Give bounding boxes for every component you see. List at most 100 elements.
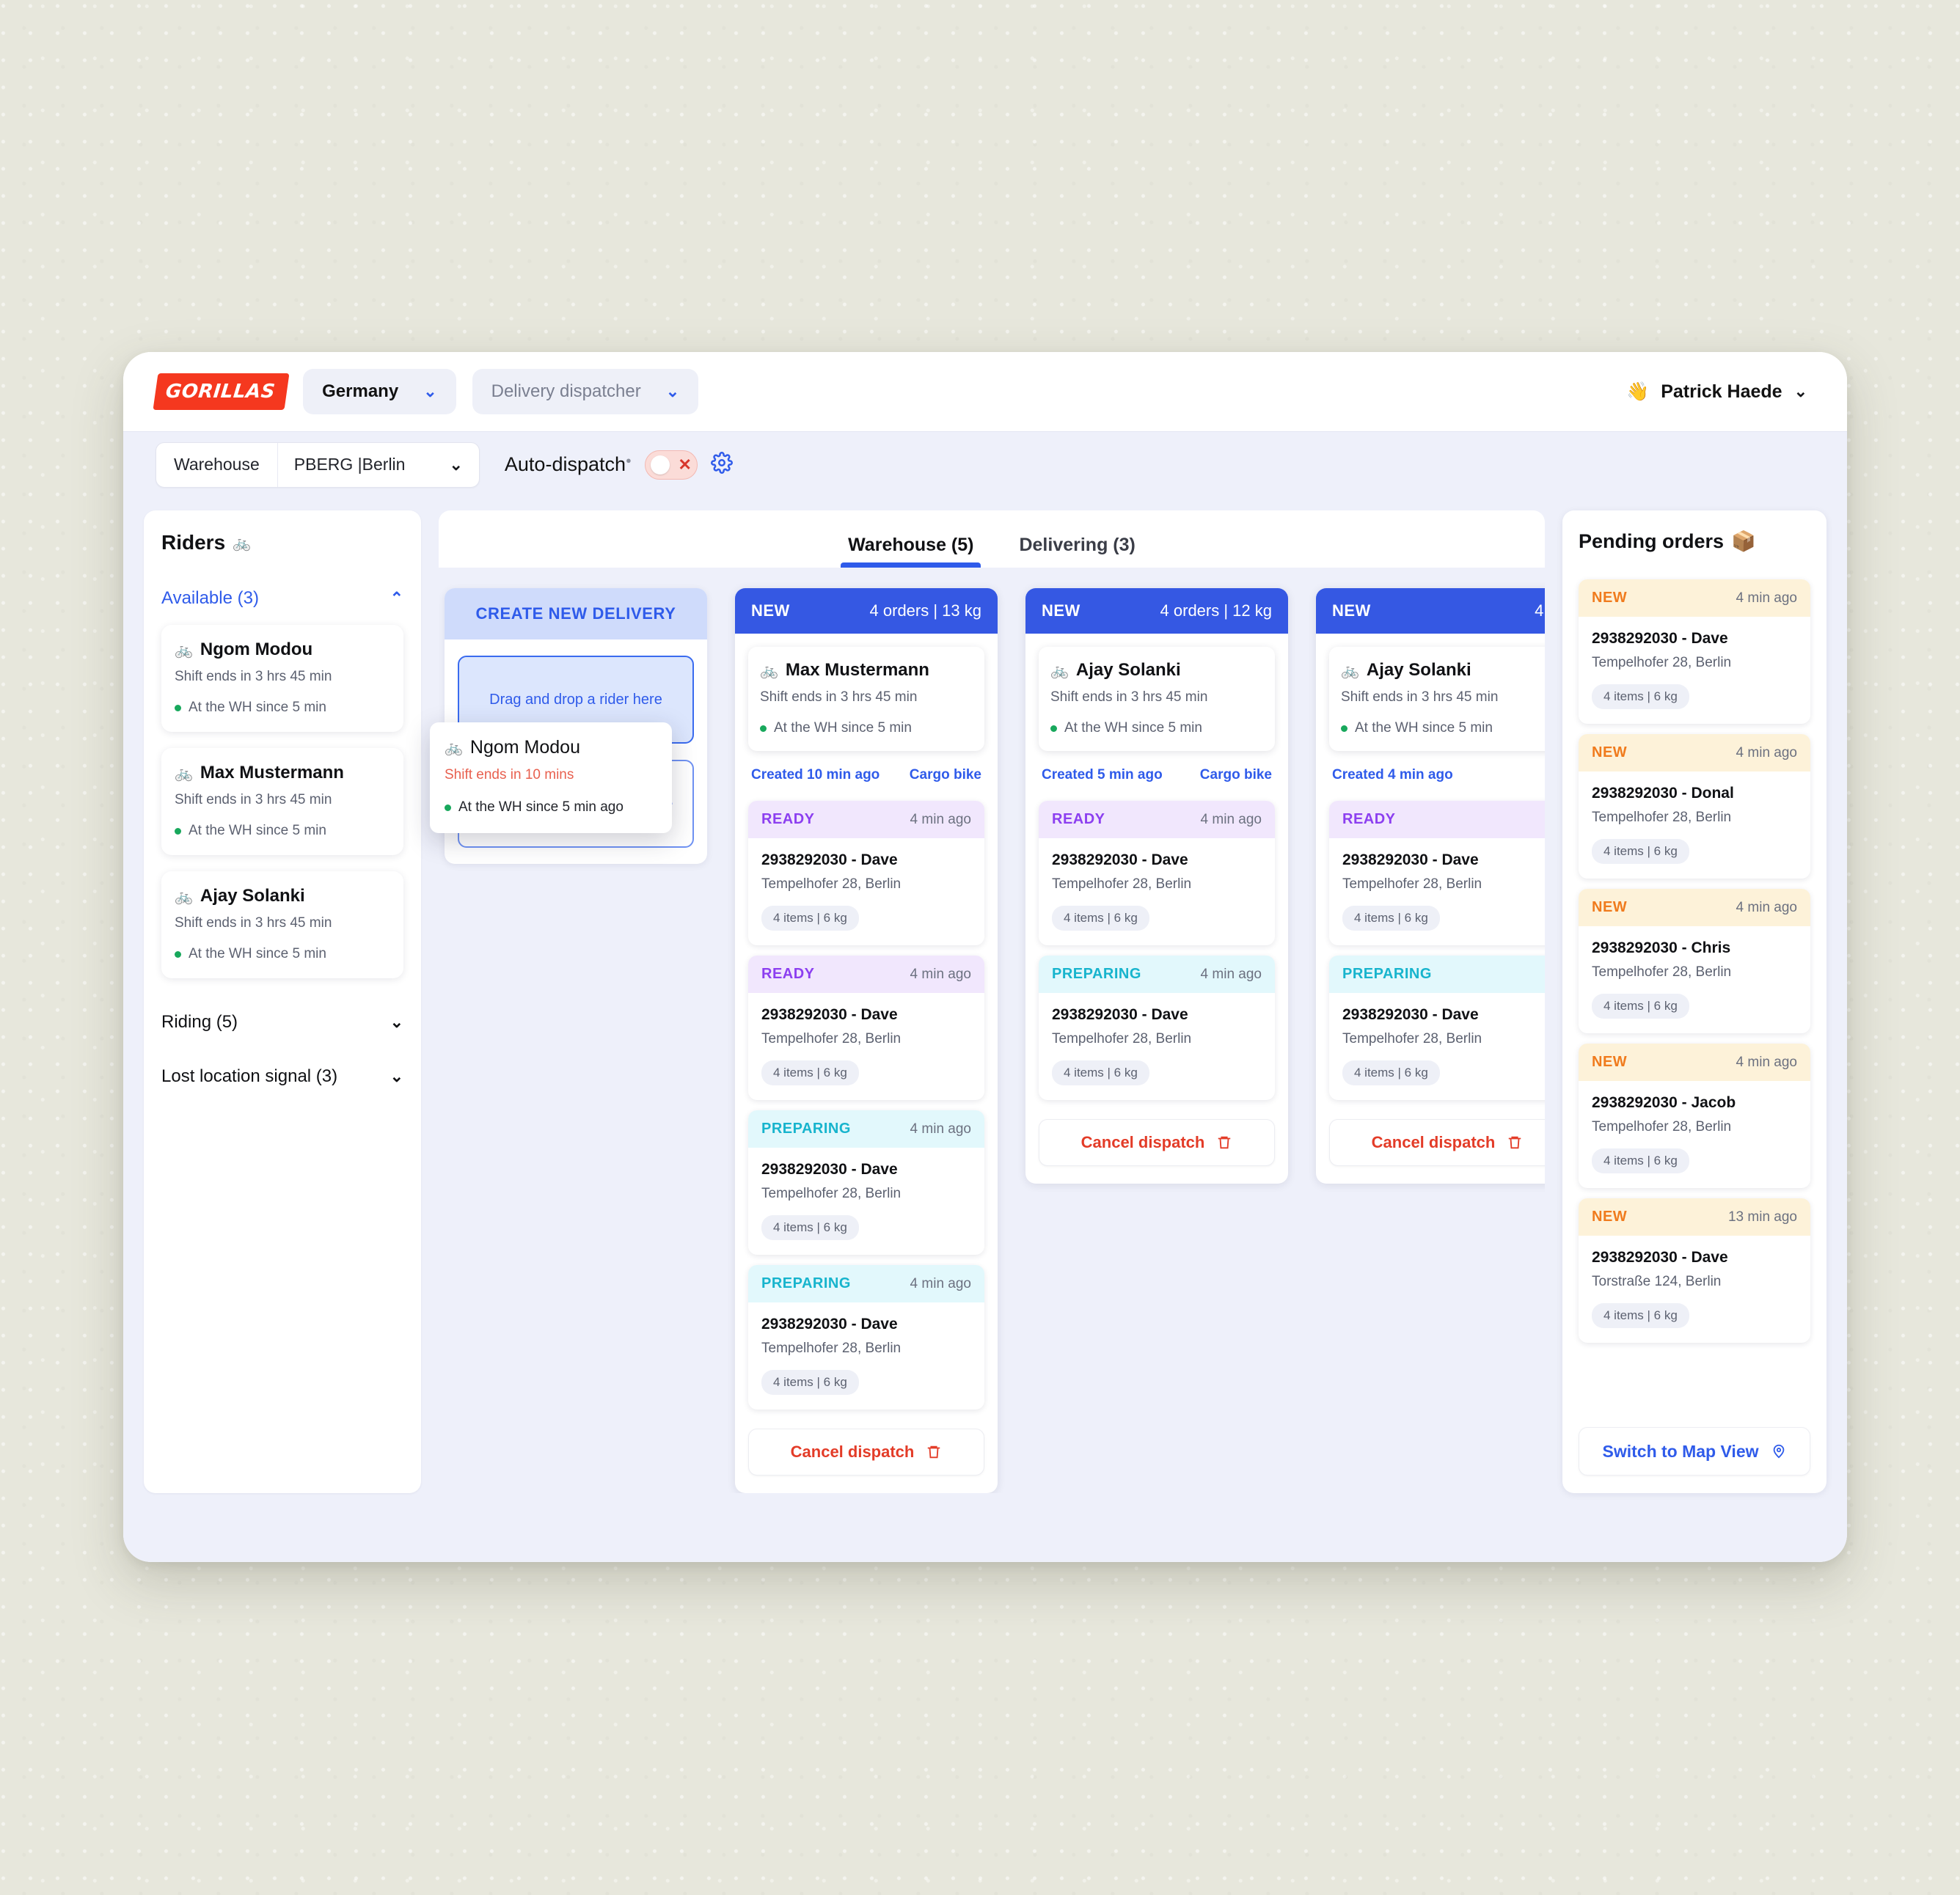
rider-card[interactable]: 🚲 Ajay Solanki Shift ends in 3 hrs 45 min… [161,871,403,978]
order-age: 4 min ago [1736,899,1797,915]
assigned-rider-card[interactable]: 🚲 Max Mustermann Shift ends in 3 hrs 45 m… [748,647,984,751]
package-icon: 📦 [1731,530,1756,552]
riders-group-lost-signal[interactable]: Lost location signal (3) ⌄ [161,1066,403,1087]
pending-order-card[interactable]: NEW 4 min ago 2938292030 - Dave Tempelho… [1579,579,1810,724]
order-body: 2938292030 - Dave Tempelhofer 28, Berlin… [1329,838,1545,945]
order-status-header: PREPARING 4 min ago [1039,956,1275,993]
chevron-down-icon: ⌄ [449,455,463,474]
order-body: 2938292030 - Dave Tempelhofer 28, Berlin… [748,993,984,1100]
gorillas-logo: GORILLAS [153,373,290,410]
auto-dispatch-toggle[interactable]: ✕ [644,450,698,480]
rider-shift: Shift ends in 3 hrs 45 min [175,915,332,931]
pending-orders-panel: Pending orders 📦 NEW 4 min ago 293829203… [1562,510,1826,1493]
user-menu[interactable]: 👋 Patrick Haede ⌄ [1626,381,1815,403]
order-age: 4 min ago [1736,590,1797,606]
order-card[interactable]: READY 2938292030 - Dave Tempelhofer 28, … [1329,801,1545,945]
delivery-vehicle-type: Cargo bike [1199,767,1272,782]
order-body: 2938292030 - Dave Torstraße 124, Berlin … [1579,1236,1810,1343]
rider-name: 🚲 Ajay Solanki [1050,660,1263,681]
riders-group-lost-signal-label: Lost location signal (3) [161,1066,338,1086]
order-address: Tempelhofer 28, Berlin [1592,655,1732,670]
order-items-chip: 4 items | 6 kg [1592,1148,1689,1173]
order-body: 2938292030 - Dave Tempelhofer 28, Berlin… [1579,617,1810,724]
order-card[interactable]: READY 4 min ago 2938292030 - Dave Tempel… [748,801,984,945]
order-body: 2938292030 - Dave Tempelhofer 28, Berlin… [1039,838,1275,945]
rider-name: 🚲 Max Mustermann [175,763,390,783]
tab-delivering[interactable]: Delivering (3) [1019,535,1135,568]
delivery-status-badge: NEW [751,601,790,620]
cancel-dispatch-button[interactable]: Cancel dispatch [748,1429,984,1476]
riders-panel: Riders 🚲 Available (3) ⌃ 🚲 Ngom Modou Shi… [144,510,421,1493]
order-status-header: NEW 4 min ago [1579,734,1810,771]
order-card[interactable]: READY 4 min ago 2938292030 - Dave Tempel… [1039,801,1275,945]
order-body: 2938292030 - Donal Tempelhofer 28, Berli… [1579,771,1810,879]
rider-status-text: At the WH since 5 min [774,720,912,736]
order-items-chip: 4 items | 6 kg [761,1215,859,1240]
pending-order-card[interactable]: NEW 13 min ago 2938292030 - Dave Torstra… [1579,1198,1810,1343]
delivery-status-badge: NEW [1042,601,1080,620]
riders-group-available[interactable]: Available (3) ⌃ [161,588,403,609]
order-age: 4 min ago [910,811,971,827]
order-body: 2938292030 - Dave Tempelhofer 28, Berlin… [748,1302,984,1410]
country-selector[interactable]: Germany ⌄ [303,369,456,414]
role-selector-value: Delivery dispatcher [491,381,641,401]
order-status-header: READY 4 min ago [1039,801,1275,838]
order-title: 2938292030 - Donal [1592,785,1734,802]
tab-warehouse[interactable]: Warehouse (5) [841,535,981,568]
order-address: Tempelhofer 28, Berlin [761,1031,902,1047]
pending-order-card[interactable]: NEW 4 min ago 2938292030 - Donal Tempelh… [1579,734,1810,879]
rider-shift-warning: Shift ends in 10 mins [445,767,574,782]
order-card[interactable]: PREPARING 4 min ago 2938292030 - Dave Te… [1039,956,1275,1100]
rider-status: At the WH since 5 min [1050,720,1263,736]
order-address: Tempelhofer 28, Berlin [1592,1119,1732,1135]
order-body: 2938292030 - Dave Tempelhofer 28, Berlin… [1039,993,1275,1100]
online-dot-icon [175,704,181,711]
online-dot-icon [760,725,767,732]
order-card[interactable]: READY 4 min ago 2938292030 - Dave Tempel… [748,956,984,1100]
switch-to-map-view-label: Switch to Map View [1602,1441,1759,1461]
online-dot-icon [445,804,451,811]
order-title: 2938292030 - Dave [761,1316,898,1333]
dragged-rider-card[interactable]: 🚲 Ngom Modou Shift ends in 10 mins At the… [430,722,672,833]
rider-card[interactable]: 🚲 Ngom Modou Shift ends in 3 hrs 45 min A… [161,625,403,732]
order-items-chip: 4 items | 6 kg [1592,684,1689,709]
delivery-created-time: Created 5 min ago [1042,767,1163,782]
order-address: Tempelhofer 28, Berlin [1592,964,1732,980]
rider-shift: Shift ends in 3 hrs 45 min [760,689,918,705]
cancel-dispatch-button[interactable]: Cancel dispatch [1329,1119,1545,1166]
order-card[interactable]: PREPARING 2938292030 - Dave Tempelhofer … [1329,956,1545,1100]
order-body: 2938292030 - Dave Tempelhofer 28, Berlin… [748,838,984,945]
cancel-dispatch-button[interactable]: Cancel dispatch [1039,1119,1275,1166]
order-title: 2938292030 - Dave [1342,851,1479,868]
riders-group-riding[interactable]: Riding (5) ⌄ [161,1012,403,1033]
riders-group-riding-label: Riding (5) [161,1012,238,1032]
rider-card[interactable]: 🚲 Max Mustermann Shift ends in 3 hrs 45 m… [161,748,403,855]
order-status-label: NEW [1592,1054,1628,1070]
order-items-chip: 4 items | 6 kg [761,1060,859,1085]
order-body: 2938292030 - Chris Tempelhofer 28, Berli… [1579,926,1810,1033]
order-items-chip: 4 items | 6 kg [761,906,859,931]
riders-panel-title: Riders 🚲 [161,531,403,554]
rider-name-text: Ajay Solanki [1075,660,1181,680]
pending-order-card[interactable]: NEW 4 min ago 2938292030 - Jacob Tempelh… [1579,1044,1810,1188]
rider-name: 🚲 Max Mustermann [760,660,973,681]
gear-icon[interactable] [710,452,733,477]
assigned-rider-card[interactable]: 🚲 Ajay Solanki Shift ends in 3 hrs 45 min… [1329,647,1545,751]
order-status-header: PREPARING 4 min ago [748,1110,984,1148]
role-selector[interactable]: Delivery dispatcher ⌄ [472,369,699,414]
order-status-header: NEW 4 min ago [1579,579,1810,617]
order-age: 4 min ago [1736,744,1797,760]
order-items-chip: 4 items | 6 kg [1342,906,1440,931]
order-card[interactable]: PREPARING 4 min ago 2938292030 - Dave Te… [748,1265,984,1410]
chevron-down-icon: ⌄ [1793,382,1807,400]
rider-name-text: Ngom Modou [469,737,580,758]
order-card[interactable]: PREPARING 4 min ago 2938292030 - Dave Te… [748,1110,984,1255]
warehouse-selector[interactable]: Warehouse PBERG |Berlin ⌄ [156,441,480,488]
assigned-rider-card[interactable]: 🚲 Ajay Solanki Shift ends in 3 hrs 45 min… [1039,647,1275,751]
rider-name-text: Ajay Solanki [1366,660,1471,680]
pending-order-card[interactable]: NEW 4 min ago 2938292030 - Chris Tempelh… [1579,889,1810,1033]
warehouse-value[interactable]: PBERG |Berlin ⌄ [278,443,479,487]
close-icon: ✕ [678,455,692,474]
switch-to-map-view-button[interactable]: Switch to Map View [1579,1427,1810,1476]
cancel-dispatch-label: Cancel dispatch [1080,1133,1205,1151]
